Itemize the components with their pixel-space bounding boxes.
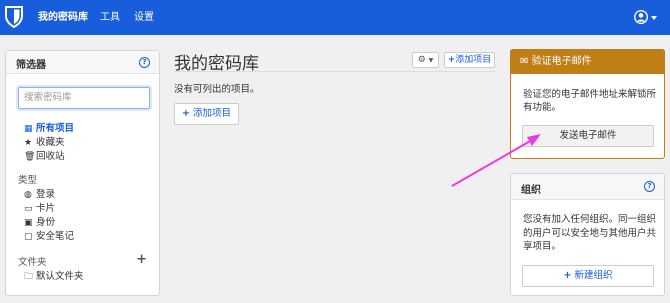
filter-type-secure-note[interactable]: ▢ 安全笔记 [24,230,74,243]
types-heading: 类型 [18,175,38,186]
organizations-title: 组织 [521,185,541,196]
chevron-down-icon[interactable] [651,16,657,20]
verify-email-text: 验证您的电子邮件地址来解锁所有功能。 [523,89,657,113]
filters-header: 筛选器 ? [6,51,159,74]
divider [174,71,495,72]
plus-icon: + [181,108,190,119]
filter-favorites[interactable]: ★ 收藏夹 [24,136,65,149]
filter-type-card[interactable]: ▭ 卡片 [24,202,55,215]
folder-icon: 🗀 [24,272,34,282]
add-item-button-small[interactable]: +添加项目 [444,52,495,68]
nav-tools[interactable]: 工具 [100,0,120,35]
top-navbar: 我的密码库 工具 设置 [0,0,670,35]
nav-settings[interactable]: 设置 [134,0,154,35]
trash-icon: 🗑 [24,152,36,162]
grid-icon: ▦ [24,124,33,134]
options-button[interactable]: ⚙ ▼ [412,52,439,68]
folder-default[interactable]: 🗀 默认文件夹 [24,270,84,283]
user-circle-icon[interactable] [634,10,648,24]
star-icon: ★ [24,138,33,148]
help-icon[interactable]: ? [644,181,655,192]
verify-email-header: ✉ 验证电子邮件 [510,49,665,74]
folders-heading: 文件夹 [18,257,47,268]
add-item-button[interactable]: + 添加项目 [174,103,239,125]
shield-icon[interactable] [4,6,24,28]
gear-icon: ⚙ [417,55,426,65]
verify-email-panel: ✉ 验证电子邮件 验证您的电子邮件地址来解锁所有功能。 发送电子邮件 [510,49,665,159]
organizations-text: 您没有加入任何组织。同一组织的用户可以安全地与其他用户共享项目。 [523,214,657,252]
plus-icon: + [563,270,572,281]
filters-panel: 筛选器 ? 搜索密码库 ▦ 所有项目 ★ 收藏夹 🗑回收站 类型 ◍ 登录 ▭ 卡片 ▣… [5,50,160,296]
new-organization-button[interactable]: + 新建组织 [522,265,654,287]
caret-down-icon: ▼ [428,57,434,64]
filter-trash[interactable]: 🗑回收站 [24,150,65,163]
filter-all-items[interactable]: ▦ 所有项目 [24,122,74,135]
send-email-button[interactable]: 发送电子邮件 [522,125,654,147]
credit-card-icon: ▭ [24,204,33,214]
note-icon: ▢ [24,232,33,242]
search-input[interactable]: 搜索密码库 [18,87,150,109]
nav-my-vault[interactable]: 我的密码库 [38,0,88,35]
id-card-icon: ▣ [24,218,33,228]
add-folder-icon[interactable]: + [136,252,147,267]
envelope-icon: ✉ [520,56,529,67]
filter-type-login[interactable]: ◍ 登录 [24,188,55,201]
filters-title: 筛选器 [16,60,46,71]
help-icon[interactable]: ? [139,57,150,68]
filter-type-identity[interactable]: ▣ 身份 [24,216,55,229]
organizations-header: 组织 ? [511,174,664,200]
empty-message: 没有可列出的项目。 [174,84,260,95]
organizations-panel: 组织 ? 您没有加入任何组织。同一组织的用户可以安全地与其他用户共享项目。 + … [510,173,665,296]
globe-icon: ◍ [24,190,32,200]
